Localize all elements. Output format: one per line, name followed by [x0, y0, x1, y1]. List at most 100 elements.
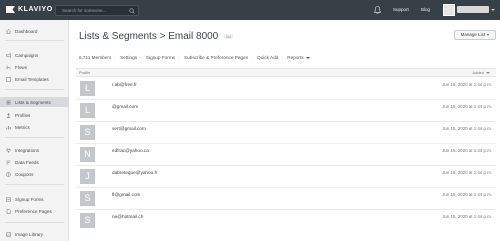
- search-icon: [129, 8, 135, 14]
- klaviyo-flag-icon: [6, 6, 15, 13]
- feed-icon: [6, 160, 11, 164]
- search-input[interactable]: Search for someone...: [55, 5, 139, 16]
- table-row[interactable]: S fl@gmail.com Jun 15, 2020 at 1:44 p.m.: [76, 188, 496, 210]
- sidebar-item-preference-pages[interactable]: Preference Pages: [0, 206, 69, 216]
- flow-icon: [6, 65, 11, 69]
- support-link[interactable]: Support: [393, 7, 409, 12]
- avatar: L: [80, 81, 95, 96]
- search-placeholder: Search for someone...: [62, 8, 107, 13]
- chevron-down-icon: [305, 56, 310, 59]
- sidebar-item-label: Flows: [15, 64, 27, 70]
- sidebar-item-label: Dashboard: [15, 28, 38, 34]
- top-bar: KLAVIYO Search for someone... Support Bl…: [0, 0, 500, 20]
- brand-name: KLAVIYO: [18, 6, 53, 13]
- sidebar-item-profiles[interactable]: Profiles: [0, 110, 69, 120]
- plug-icon: [6, 147, 11, 153]
- sidebar-item-metrics[interactable]: Metrics: [0, 122, 69, 132]
- chevron-down-icon[interactable]: [491, 9, 495, 11]
- added-date: Jun 15, 2020 at 1:44 p.m.: [442, 104, 492, 109]
- subnav-reports[interactable]: Reports: [287, 55, 303, 60]
- sidebar-item-signup-forms[interactable]: Signup Forms: [0, 194, 69, 204]
- sort-desc-icon[interactable]: [486, 72, 490, 74]
- table-row[interactable]: S ne@hotmail.ch Jun 15, 2020 at 1:44 p.m…: [76, 210, 496, 241]
- sidebar-item-label: Lists & Segments: [15, 99, 51, 105]
- members-count[interactable]: 6,711 Members: [79, 55, 111, 60]
- brand-logo[interactable]: KLAVIYO: [6, 6, 53, 13]
- table-row[interactable]: L @gmail.com Jun 15, 2020 at 1:44 p.m.: [76, 100, 496, 122]
- table-row[interactable]: J dabreteque@yahoo.fr Jun 15, 2020 at 1:…: [76, 166, 496, 188]
- profile-email[interactable]: r.ab@free.fr: [112, 82, 137, 87]
- sidebar-item-flows[interactable]: Flows: [0, 62, 69, 72]
- sidebar: Dashboard Campaigns Flows Email Template…: [0, 20, 69, 241]
- breadcrumb-lists-segments[interactable]: Lists & Segments: [79, 31, 157, 42]
- sidebar-item-email-templates[interactable]: Email Templates: [0, 74, 69, 84]
- sidebar-item-integrations[interactable]: Integrations: [0, 145, 69, 155]
- added-date: Jun 15, 2020 at 1:44 p.m.: [442, 192, 492, 197]
- image-icon: [6, 232, 11, 236]
- added-date: Jun 15, 2020 at 1:44 p.m.: [442, 170, 492, 175]
- sidebar-item-label: Integrations: [15, 147, 40, 153]
- blog-link[interactable]: Blog: [421, 7, 430, 12]
- bell-icon[interactable]: [374, 6, 381, 14]
- profile-email[interactable]: @gmail.com: [112, 104, 138, 109]
- list-name: Email 8000: [168, 31, 219, 42]
- avatar: S: [80, 213, 95, 228]
- table-row[interactable]: L r.ab@free.fr Jun 15, 2020 at 1:44 p.m.: [76, 78, 496, 100]
- manage-list-button[interactable]: Manage List: [454, 30, 496, 40]
- divider: [5, 89, 64, 90]
- added-date: Jun 15, 2020 at 1:44 p.m.: [442, 82, 492, 87]
- divider: [5, 40, 64, 41]
- breadcrumb-separator: >: [159, 31, 166, 42]
- added-date: Jun 15, 2020 at 1:44 p.m.: [442, 148, 492, 153]
- page-title: Lists & Segments > Email 8000 list: [79, 31, 233, 42]
- table-row[interactable]: S sert@gmail.com Jun 15, 2020 at 1:44 p.…: [76, 122, 496, 144]
- subnav-signup-forms[interactable]: Signup Forms: [146, 55, 175, 60]
- added-date: Jun 15, 2020 at 1:44 p.m.: [442, 126, 492, 131]
- column-header-profile: Profile: [79, 70, 91, 75]
- main-content: Lists & Segments > Email 8000 list Manag…: [69, 20, 500, 241]
- list-icon: [6, 100, 11, 104]
- sidebar-item-image-library[interactable]: Image Library: [0, 229, 69, 239]
- page-icon: [6, 208, 11, 214]
- avatar: S: [80, 125, 95, 140]
- manage-list-label: Manage List: [460, 32, 486, 37]
- sidebar-item-data-feeds[interactable]: Data Feeds: [0, 157, 69, 167]
- table-header: Profile Added: [76, 68, 496, 77]
- sidebar-item-lists-segments[interactable]: Lists & Segments: [0, 97, 69, 107]
- profile-email[interactable]: fl@gmail.com: [112, 192, 140, 197]
- avatar: L: [80, 103, 95, 118]
- list-type-badge: list: [224, 33, 233, 39]
- profile-email[interactable]: ne@hotmail.ch: [112, 214, 143, 219]
- account-name[interactable]: [457, 6, 489, 13]
- account-avatar[interactable]: [443, 4, 455, 16]
- avatar: J: [80, 169, 95, 184]
- table-row[interactable]: N edfrac@yahoo.ca Jun 15, 2020 at 1:44 p…: [76, 144, 496, 166]
- sidebar-item-label: Signup Forms: [15, 196, 44, 202]
- avatar: N: [80, 147, 95, 162]
- subnav-settings[interactable]: Settings: [120, 55, 137, 60]
- sidebar-item-label: Metrics: [15, 124, 30, 130]
- sidebar-item-label: Data Feeds: [15, 159, 39, 165]
- subnav-preference-pages[interactable]: Subscribe & Preference Pages: [184, 55, 248, 60]
- column-header-added[interactable]: Added: [472, 70, 484, 76]
- profile-email[interactable]: dabreteque@yahoo.fr: [112, 170, 157, 175]
- sidebar-item-label: Image Library: [15, 231, 44, 237]
- chart-icon: [6, 125, 11, 129]
- subnav-quick-add[interactable]: Quick Add: [257, 55, 278, 60]
- coupon-icon: [6, 171, 11, 177]
- added-date: Jun 15, 2020 at 1:44 p.m.: [442, 214, 492, 219]
- sidebar-item-coupons[interactable]: Coupons: [0, 169, 69, 179]
- divider: [5, 222, 64, 223]
- form-icon: [6, 197, 11, 201]
- profile-email[interactable]: sert@gmail.com: [112, 126, 146, 131]
- person-icon: [6, 113, 11, 118]
- megaphone-icon: [6, 52, 11, 58]
- sidebar-item-dashboard[interactable]: Dashboard: [0, 26, 69, 36]
- sidebar-item-label: Preference Pages: [15, 208, 52, 214]
- template-icon: [6, 76, 11, 82]
- profile-email[interactable]: edfrac@yahoo.ca: [112, 148, 149, 153]
- list-subnav: 6,711 Members · Settings · Signup Forms · S…: [79, 55, 310, 60]
- divider: [5, 137, 64, 138]
- avatar: S: [80, 191, 95, 206]
- sidebar-item-campaigns[interactable]: Campaigns: [0, 50, 69, 60]
